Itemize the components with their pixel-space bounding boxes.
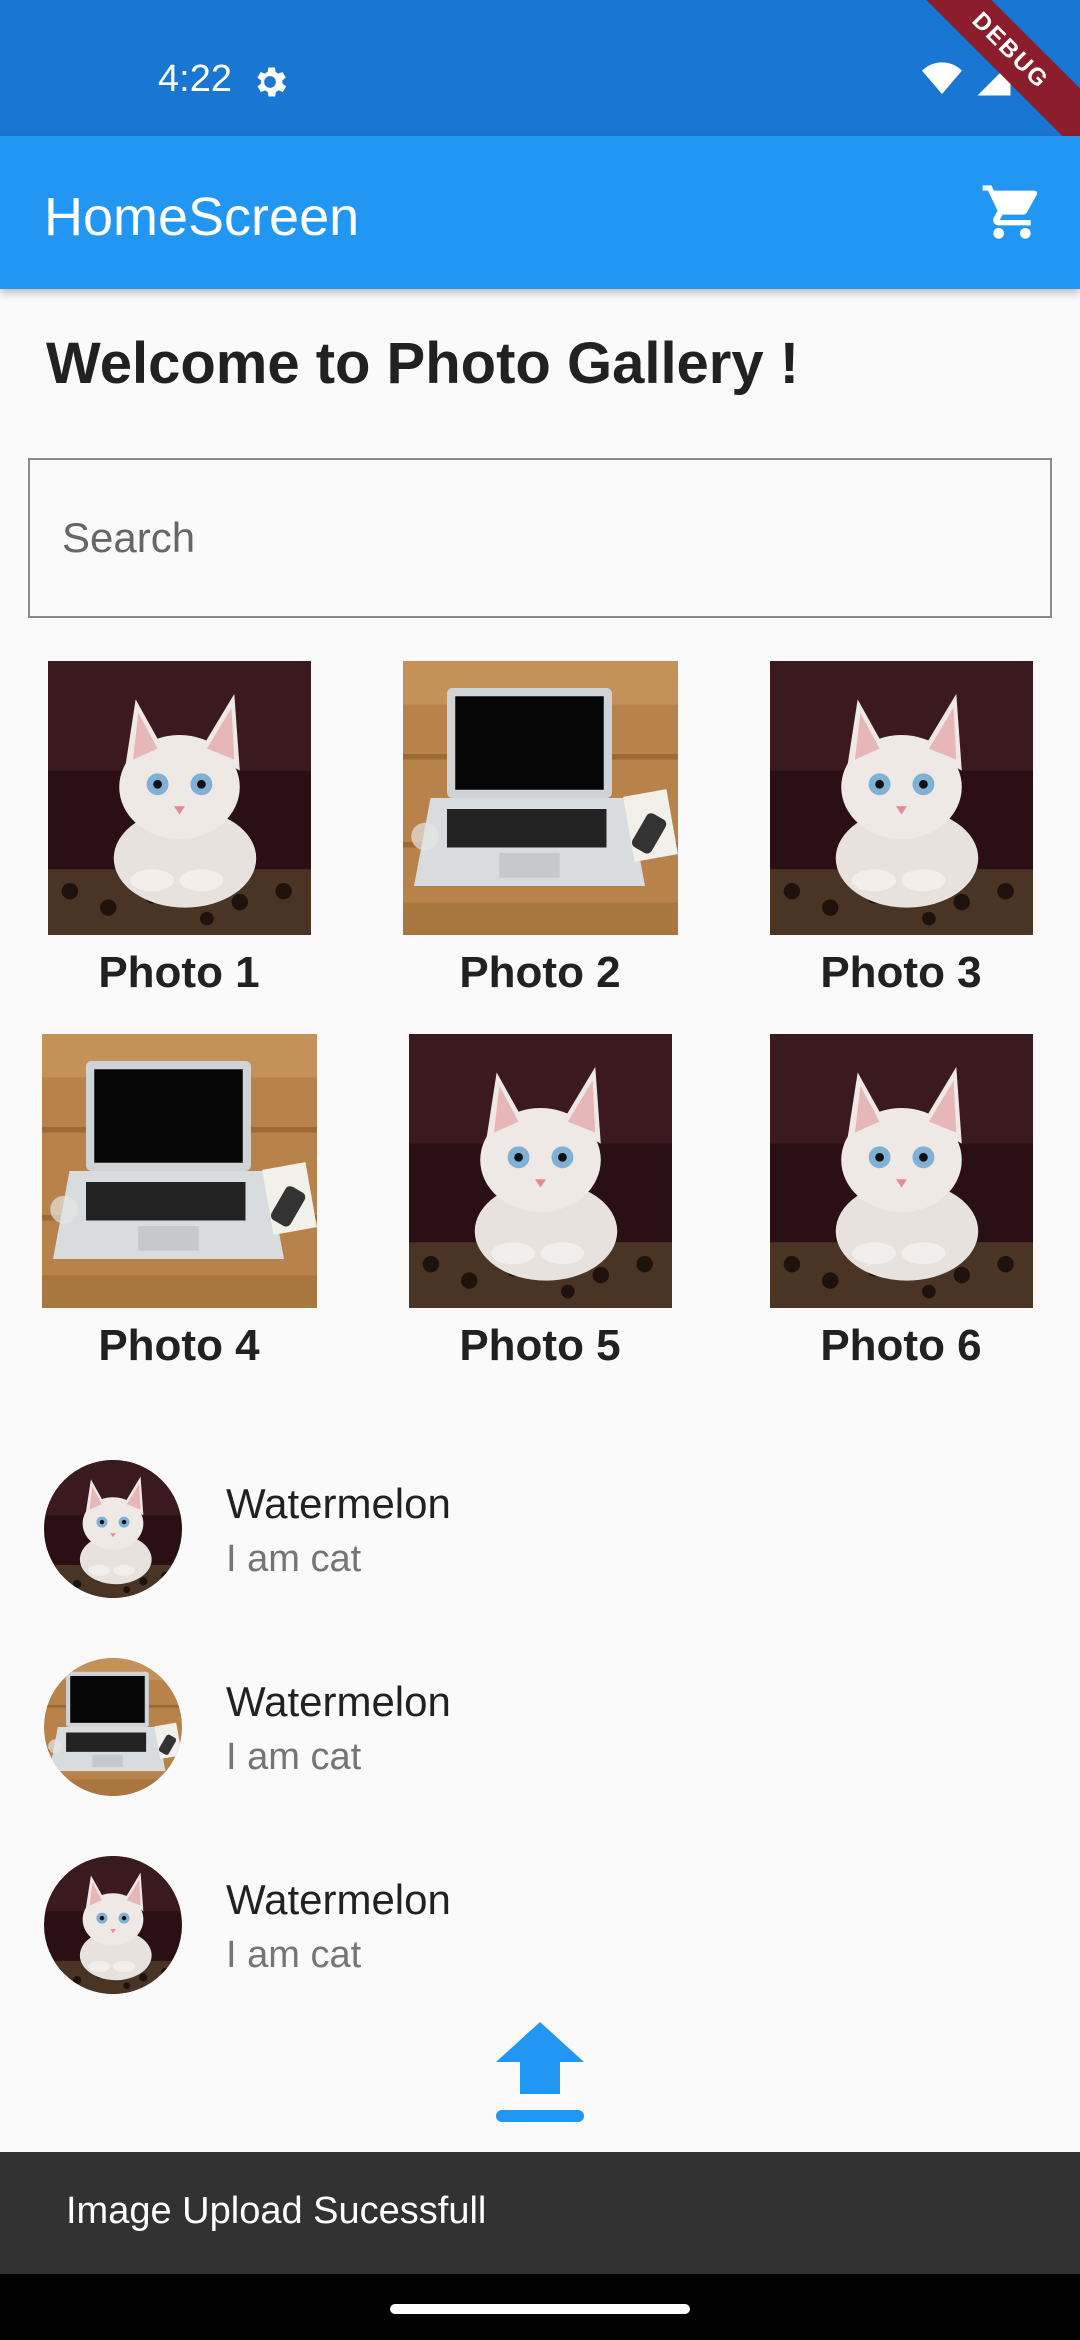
list-item[interactable]: Watermelon I am cat — [0, 1638, 1080, 1818]
avatar — [44, 1856, 182, 1994]
home-gesture-handle[interactable] — [390, 2304, 690, 2314]
cat-photo — [44, 1460, 182, 1598]
photo-thumbnail[interactable] — [770, 661, 1033, 935]
status-time: 4:22 — [158, 58, 232, 100]
cat-photo — [770, 1034, 1033, 1308]
photo-label: Photo 1 — [98, 948, 260, 997]
list-item-title: Watermelon — [226, 1480, 451, 1527]
cat-photo — [48, 661, 311, 935]
list-item[interactable]: Watermelon I am cat — [0, 1836, 1080, 2016]
laptop-photo — [403, 661, 678, 935]
list-item[interactable]: Watermelon I am cat — [0, 1440, 1080, 1620]
photo-thumbnail[interactable] — [770, 1034, 1033, 1308]
wifi-icon — [922, 62, 962, 94]
list-item-subtitle: I am cat — [226, 1934, 362, 1976]
photo-label: Photo 3 — [820, 948, 982, 997]
list-item-subtitle: I am cat — [226, 1538, 362, 1580]
photo-label: Photo 4 — [98, 1321, 260, 1370]
cat-photo — [770, 661, 1033, 935]
shopping-cart-icon[interactable] — [980, 180, 1044, 244]
photo-thumbnail[interactable] — [409, 1034, 672, 1308]
photo-label: Photo 6 — [820, 1321, 982, 1370]
photo-thumbnail[interactable] — [403, 661, 678, 935]
laptop-photo — [44, 1658, 182, 1796]
welcome-heading: Welcome to Photo Gallery ! — [46, 331, 800, 396]
cat-photo — [409, 1034, 672, 1308]
photo-label: Photo 5 — [459, 1321, 621, 1370]
search-box[interactable] — [28, 458, 1052, 618]
snackbar: Image Upload Sucessfull — [0, 2152, 1080, 2274]
avatar — [44, 1658, 182, 1796]
app-bar-title: HomeScreen — [44, 187, 360, 247]
list-item-subtitle: I am cat — [226, 1736, 362, 1778]
system-nav-bar — [0, 2274, 1080, 2340]
upload-icon[interactable] — [496, 2022, 584, 2126]
laptop-photo — [42, 1034, 317, 1308]
app-bar: HomeScreen — [0, 136, 1080, 289]
photo-thumbnail[interactable] — [42, 1034, 317, 1308]
status-bar: 4:22 DEBUG — [0, 0, 1080, 160]
search-input[interactable] — [30, 460, 1050, 616]
list-item-title: Watermelon — [226, 1876, 451, 1923]
snackbar-message: Image Upload Sucessfull — [66, 2190, 487, 2232]
settings-gear-icon — [257, 67, 287, 97]
list-item-title: Watermelon — [226, 1678, 451, 1725]
avatar — [44, 1460, 182, 1598]
photo-thumbnail[interactable] — [48, 661, 311, 935]
photo-label: Photo 2 — [459, 948, 621, 997]
cat-photo — [44, 1856, 182, 1994]
